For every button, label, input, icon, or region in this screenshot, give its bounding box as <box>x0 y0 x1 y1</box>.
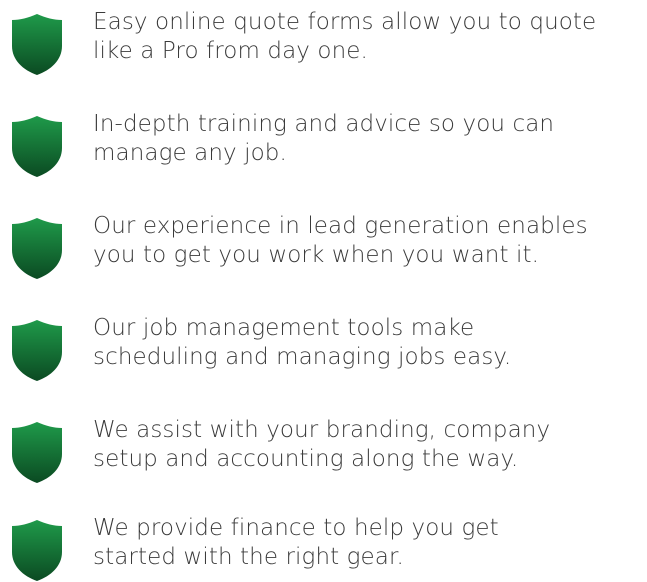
feature-line-1: Our job management tools make <box>93 315 475 341</box>
feature-line-2: you to get you work when you want it. <box>93 242 540 268</box>
feature-text: Easy online quote forms allow you to quo… <box>93 8 641 66</box>
feature-line-1: Easy online quote forms allow you to quo… <box>93 9 597 35</box>
feature-text: In-depth training and advice so you can … <box>93 110 641 168</box>
feature-line-1: In-depth training and advice so you can <box>93 111 555 137</box>
feature-line-1: We assist with your branding, company <box>93 417 551 443</box>
feature-list: Easy online quote forms allow you to quo… <box>0 0 647 581</box>
feature-line-2: manage any job. <box>93 140 287 166</box>
shield-icon <box>12 116 62 177</box>
shield-icon <box>12 520 62 581</box>
feature-line-2: scheduling and managing jobs easy. <box>93 344 512 370</box>
feature-item: Easy online quote forms allow you to quo… <box>0 8 647 98</box>
feature-item: Our job management tools make scheduling… <box>0 314 647 404</box>
feature-line-2: started with the right gear. <box>93 544 404 570</box>
feature-line-1: Our experience in lead generation enable… <box>93 213 588 239</box>
feature-item: We assist with your branding, company se… <box>0 416 647 506</box>
shield-icon <box>12 14 62 75</box>
shield-icon <box>12 320 62 381</box>
feature-text: Our job management tools make scheduling… <box>93 314 641 372</box>
shield-icon <box>12 218 62 279</box>
feature-text: Our experience in lead generation enable… <box>93 212 641 270</box>
feature-text: We assist with your branding, company se… <box>93 416 641 474</box>
feature-text: We provide finance to help you get start… <box>93 514 641 572</box>
feature-line-1: We provide finance to help you get <box>93 515 499 541</box>
feature-item: Our experience in lead generation enable… <box>0 212 647 302</box>
feature-item: We provide finance to help you get start… <box>0 514 647 581</box>
shield-icon <box>12 422 62 483</box>
feature-item: In-depth training and advice so you can … <box>0 110 647 200</box>
feature-line-2: like a Pro from day one. <box>93 38 368 64</box>
feature-line-2: setup and accounting along the way. <box>93 446 519 472</box>
